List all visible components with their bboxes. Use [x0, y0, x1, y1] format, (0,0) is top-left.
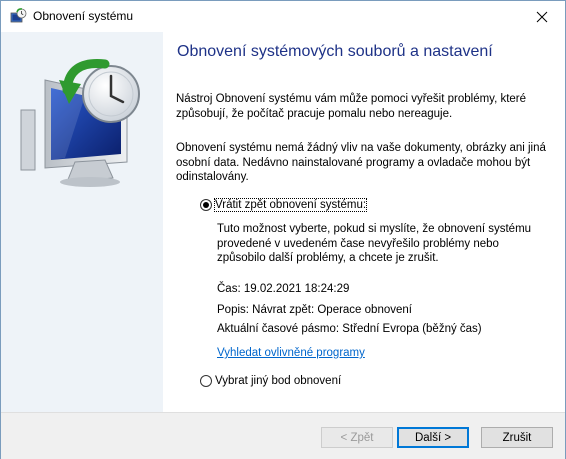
next-button[interactable]: Další >	[397, 427, 469, 448]
window-title: Obnovení systému	[33, 9, 134, 23]
title-bar: Obnovení systému	[1, 1, 565, 32]
choose-other-point-radio[interactable]	[200, 375, 212, 387]
cancel-button[interactable]: Zrušit	[481, 427, 553, 448]
restore-time: Čas: 19.02.2021 18:24:29	[217, 283, 350, 295]
page-heading: Obnovení systémových souborů a nastavení	[177, 43, 493, 60]
undo-description: Tuto možnost vyberte, pokud si myslíte, …	[217, 223, 532, 264]
intro-text: Nástroj Obnovení systému vám může pomoci…	[176, 93, 527, 120]
restore-timezone: Aktuální časové pásmo: Střední Evropa (b…	[217, 323, 482, 335]
button-bar: < Zpět Další > Zrušit	[1, 412, 565, 459]
close-button[interactable]	[519, 1, 565, 32]
undo-restore-option[interactable]: Vrátit zpět obnovení systému:	[200, 198, 368, 212]
affected-programs-link[interactable]: Vyhledat ovlivněné programy	[217, 347, 365, 359]
undo-restore-label: Vrátit zpět obnovení systému:	[213, 198, 368, 212]
note-text: Obnovení systému nemá žádný vliv na vaše…	[176, 142, 546, 183]
restore-description: Popis: Návrat zpět: Operace obnovení	[217, 304, 412, 316]
side-illustration-panel	[1, 32, 163, 412]
system-restore-window: Obnovení systému Obnovení systémových so…	[0, 0, 566, 459]
system-restore-illustration	[20, 59, 140, 187]
back-button[interactable]: < Zpět	[321, 427, 393, 448]
system-restore-icon	[10, 8, 27, 23]
choose-other-point-label: Vybrat jiný bod obnovení	[215, 375, 342, 387]
choose-other-point-option[interactable]: Vybrat jiný bod obnovení	[200, 375, 341, 387]
undo-restore-radio[interactable]	[200, 199, 212, 211]
close-icon	[536, 11, 548, 22]
main-content: Obnovení systémových souborů a nastavení…	[176, 32, 556, 412]
